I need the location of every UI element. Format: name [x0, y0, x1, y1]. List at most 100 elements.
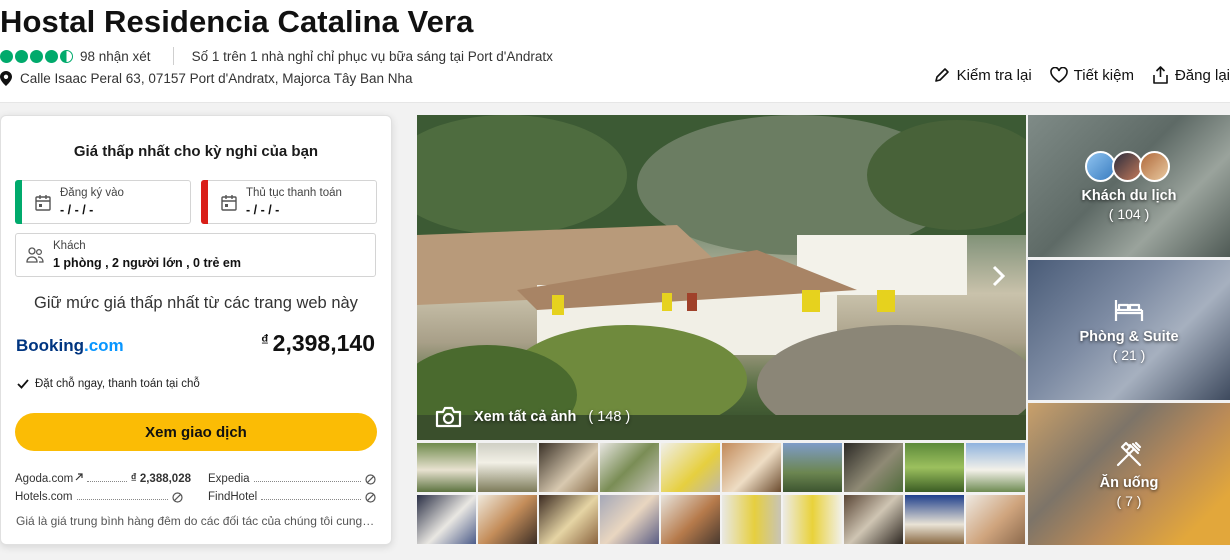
rating-row: 98 nhận xét Số 1 trên 1 nhà nghỉ chỉ phụ… [0, 46, 553, 66]
save-button[interactable]: Tiết kiệm [1049, 66, 1134, 84]
fork-knife-icon [1116, 441, 1142, 467]
tile-label: Ăn uống [1099, 475, 1159, 491]
benefit-text: Đặt chỗ ngay, thanh toán tại chỗ [35, 378, 200, 390]
photo-thumbnail[interactable] [966, 443, 1025, 492]
review-button-label: Kiểm tra lại [956, 66, 1032, 84]
photo-thumbnail[interactable] [905, 495, 964, 544]
photo-thumbnail[interactable] [783, 443, 842, 492]
calendar-icon [35, 195, 51, 211]
main-hotel-photo[interactable]: Xem tất cả ảnh ( 148 ) [417, 115, 1026, 440]
tile-count: ( 104 ) [1108, 205, 1150, 222]
best-price[interactable]: ₫ 2,398,140 [261, 330, 375, 357]
photo-thumbnail[interactable] [600, 443, 659, 492]
avatar [1084, 150, 1116, 182]
partner-name: Agoda.com [15, 473, 74, 485]
leader-dots [261, 499, 361, 500]
view-deal-button[interactable]: Xem giao dịch [15, 413, 377, 451]
next-photo-icon[interactable] [992, 265, 1006, 287]
rating-bubble-icon [30, 49, 43, 63]
photo-count: ( 148 ) [588, 409, 631, 425]
price-card: Giá thấp nhất cho kỳ nghỉ của bạn Đăng k… [0, 115, 392, 545]
booking-logo-suffix: .com [84, 336, 124, 355]
checkout-stripe [201, 180, 208, 224]
booking-logo-name: Booking [16, 336, 84, 355]
photo-thumbnail[interactable] [661, 443, 720, 492]
rating-half-bubble-icon [60, 49, 73, 63]
guests-field[interactable]: Khách 1 phòng , 2 người lớn , 0 trẻ em [15, 233, 376, 277]
photo-thumbnail[interactable] [783, 495, 842, 544]
leader-dots [253, 481, 361, 482]
unavailable-icon [365, 492, 376, 503]
photo-thumbnail[interactable] [722, 443, 781, 492]
reviews-link[interactable]: 98 nhận xét [80, 49, 151, 64]
photo-thumbnail[interactable] [844, 443, 903, 492]
address-link[interactable]: Calle Isaac Peral 63, 07157 Port d'Andra… [20, 71, 413, 86]
partner-row[interactable]: Hotels.com [15, 491, 183, 503]
save-button-label: Tiết kiệm [1073, 66, 1134, 84]
booking-logo[interactable]: Booking.com [16, 336, 124, 356]
currency-symbol: ₫ [260, 332, 269, 349]
photo-thumbnail[interactable] [417, 443, 476, 492]
camera-icon [435, 406, 462, 428]
avatar [1111, 150, 1143, 182]
rating-bubbles[interactable] [0, 49, 73, 63]
tile-count: ( 21 ) [1112, 347, 1146, 363]
photo-thumbnail[interactable] [478, 443, 537, 492]
hotel-photo-image [417, 115, 1026, 440]
rooms-photos-tile[interactable]: Phòng & Suite ( 21 ) [1028, 260, 1230, 400]
tile-count: ( 7 ) [1116, 493, 1142, 509]
external-link-icon [75, 473, 83, 481]
share-button-label: Đăng lại [1174, 66, 1230, 84]
photo-thumbnail[interactable] [905, 443, 964, 492]
share-button[interactable]: Đăng lại [1152, 66, 1230, 84]
photo-thumbnail[interactable] [539, 495, 598, 544]
travelers-photos-tile[interactable]: Khách du lịch ( 104 ) [1028, 115, 1230, 257]
share-icon [1153, 66, 1168, 84]
unavailable-icon [172, 492, 183, 503]
photo-thumbnail[interactable] [844, 495, 903, 544]
checkin-value: - / - / - [60, 203, 94, 217]
photo-thumbnail[interactable] [478, 495, 537, 544]
rating-bubble-icon [45, 49, 58, 63]
view-all-photos-button[interactable]: Xem tất cả ảnh ( 148 ) [435, 406, 630, 428]
rating-bubble-icon [0, 49, 13, 63]
partner-name: FindHotel [208, 491, 258, 503]
partner-row[interactable]: Expedia [208, 473, 376, 485]
view-all-photos-label: Xem tất cả ảnh [474, 409, 577, 425]
divider [172, 47, 174, 65]
tile-label: Phòng & Suite [1079, 329, 1179, 345]
review-button[interactable]: Kiểm tra lại [933, 66, 1032, 84]
checkout-label: Thủ tục thanh toán [246, 187, 342, 199]
guests-value: 1 phòng , 2 người lớn , 0 trẻ em [53, 256, 241, 270]
guests-icon [26, 247, 44, 263]
guests-label: Khách [53, 240, 86, 252]
photo-thumbnail[interactable] [417, 495, 476, 544]
calendar-icon [221, 195, 237, 211]
keep-price-text: Giữ mức giá thấp nhất từ các trang web n… [34, 294, 358, 312]
benefit-row: Đặt chỗ ngay, thanh toán tại chỗ [17, 378, 200, 390]
partner-row[interactable]: FindHotel [208, 491, 376, 503]
checkin-stripe [15, 180, 22, 224]
pencil-icon [934, 68, 949, 82]
address-row: Calle Isaac Peral 63, 07157 Port d'Andra… [0, 68, 413, 88]
checkin-field[interactable]: Đăng ký vào - / - / - [15, 180, 191, 224]
traveler-avatars [1084, 150, 1170, 182]
map-pin-icon [0, 70, 12, 86]
header-actions: Kiểm tra lại Tiết kiệm Đăng lại [933, 66, 1230, 84]
photo-thumbnail[interactable] [600, 495, 659, 544]
best-price-value: 2,398,140 [272, 330, 375, 356]
photo-thumbnail[interactable] [966, 495, 1025, 544]
photo-thumbnail[interactable] [539, 443, 598, 492]
partner-name: Expedia [208, 473, 250, 485]
partner-row[interactable]: Agoda.com ₫ 2,388,028 [15, 473, 191, 485]
checkmark-icon [17, 379, 29, 389]
photo-thumbnail[interactable] [661, 495, 720, 544]
checkout-field[interactable]: Thủ tục thanh toán - / - / - [201, 180, 377, 224]
ranking-text[interactable]: Số 1 trên 1 nhà nghỉ chỉ phục vụ bữa sán… [192, 49, 553, 64]
dining-photos-tile[interactable]: Ăn uống ( 7 ) [1028, 403, 1230, 545]
photo-thumbnail[interactable] [722, 495, 781, 544]
checkin-label: Đăng ký vào [60, 187, 124, 199]
heart-icon [1049, 67, 1068, 83]
photo-thumbnails [417, 443, 1027, 545]
price-card-title: Giá thấp nhất cho kỳ nghỉ của bạn [73, 143, 319, 160]
